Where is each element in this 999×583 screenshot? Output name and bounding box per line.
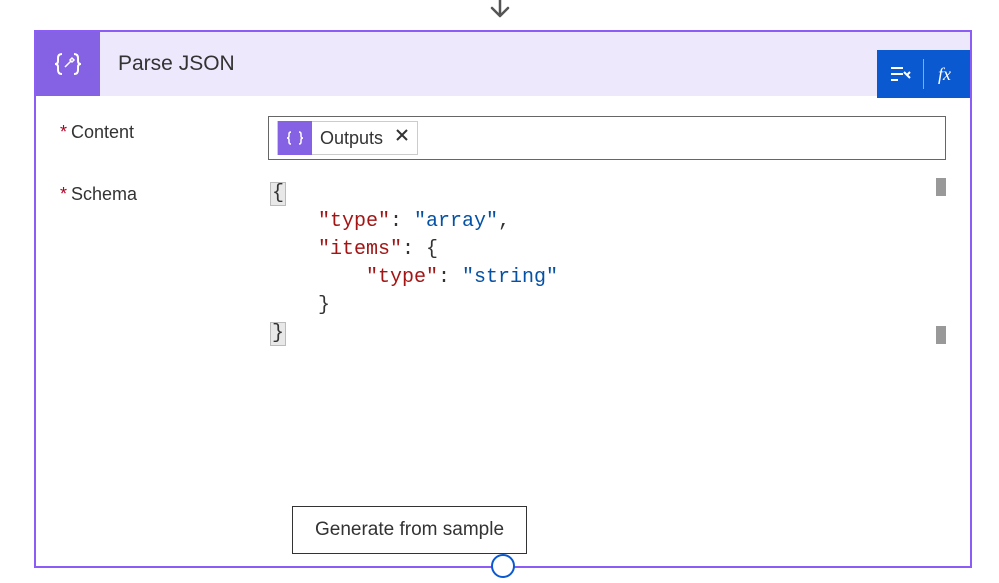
required-indicator: * [60, 184, 67, 204]
schema-field-row: *Schema { "type": "array", "items": { "t… [60, 178, 946, 488]
generate-row: Generate from sample [60, 506, 946, 554]
scrollbar-marker [936, 178, 946, 196]
card-header[interactable]: Parse JSON fx [36, 32, 970, 96]
required-indicator: * [60, 122, 67, 142]
dynamic-content-button[interactable] [877, 50, 923, 98]
add-action-button[interactable] [491, 554, 515, 578]
generate-from-sample-button[interactable]: Generate from sample [292, 506, 527, 554]
parse-json-icon [36, 32, 100, 96]
svg-text:fx: fx [938, 64, 951, 84]
token-label: Outputs [312, 128, 391, 149]
content-input[interactable]: Outputs [268, 116, 946, 160]
code-content: { "type": "array", "items": { "type": "s… [268, 178, 946, 348]
token-icon [278, 121, 312, 155]
card-body: *Content Outputs [36, 96, 970, 574]
content-label: *Content [60, 116, 268, 143]
schema-label: *Schema [60, 178, 268, 205]
header-actions: fx [877, 50, 970, 98]
expression-button[interactable]: fx [924, 50, 970, 98]
outputs-token[interactable]: Outputs [277, 121, 418, 155]
token-remove-button[interactable] [391, 126, 417, 150]
parse-json-card: Parse JSON fx *Content [34, 30, 972, 568]
card-title: Parse JSON [118, 52, 235, 76]
schema-code-editor[interactable]: { "type": "array", "items": { "type": "s… [268, 178, 946, 488]
scrollbar-marker [936, 326, 946, 344]
connector-arrow-in [485, 0, 515, 30]
content-field-row: *Content Outputs [60, 116, 946, 160]
